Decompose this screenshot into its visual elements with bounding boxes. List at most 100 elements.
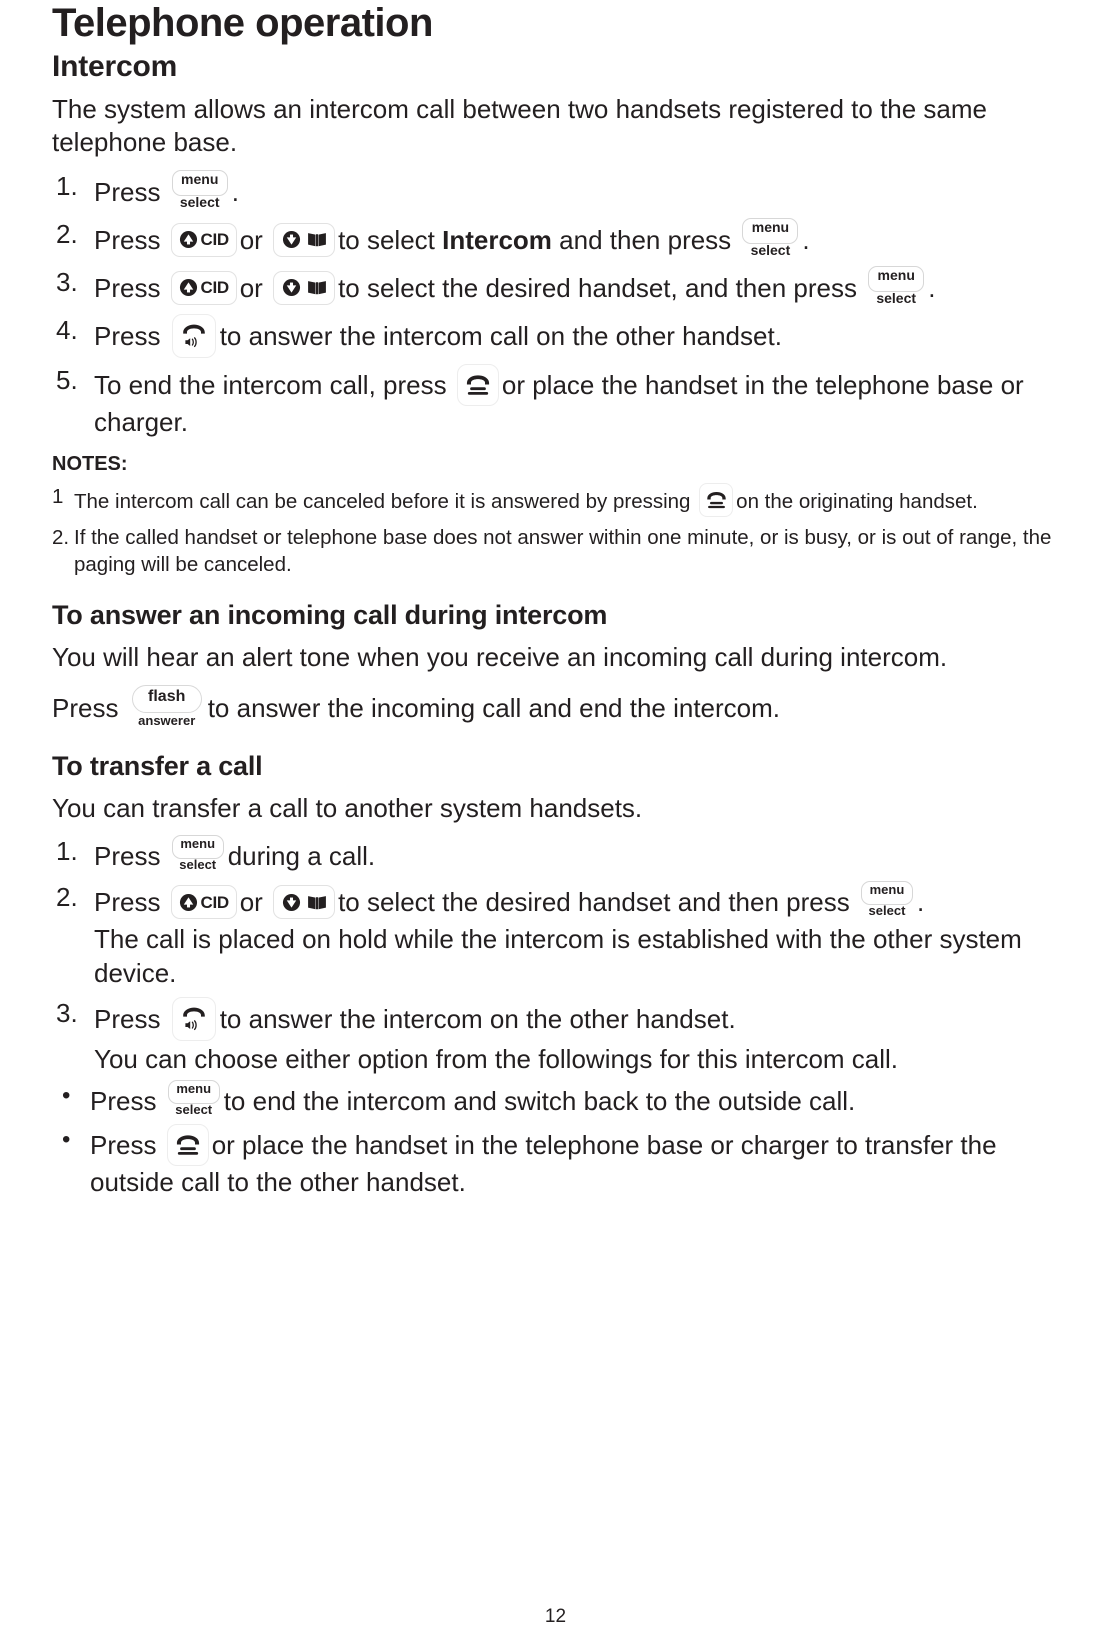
speakerphone-key-icon[interactable] (171, 313, 216, 358)
step-text-mid1: or (239, 224, 263, 255)
transfer-call-intro: You can transfer a call to another syste… (52, 792, 643, 823)
bullet-marker: • (62, 1082, 71, 1110)
handset-icon (706, 492, 726, 509)
step-text-before: Press (94, 176, 161, 207)
step-text-mid1: or (239, 887, 263, 918)
directory-key-icon[interactable] (273, 885, 336, 920)
list-item: • Press menu select to end the intercom … (52, 1080, 1059, 1120)
step-text-mid2: to select the desired handset, and then … (338, 272, 857, 303)
bullet-text-before: Press (90, 1130, 157, 1161)
step-subtext: The call is placed on hold while the int… (94, 924, 1022, 988)
cid-key-icon[interactable]: CID (170, 270, 237, 305)
down-triangle-icon (282, 230, 300, 249)
step-text-before: Press (94, 887, 161, 918)
cid-key-icon[interactable]: CID (170, 885, 237, 920)
cid-label: CID (200, 230, 230, 250)
menu-label: menu (181, 170, 219, 187)
list-item: 1. Press menu select during a call. (52, 835, 1059, 875)
list-item: 3. Press to answer the intercom on the o… (52, 996, 1059, 1041)
step-number: 1. (56, 170, 78, 201)
menu-label: menu (877, 266, 915, 283)
note-number: 1 (52, 485, 64, 509)
end-call-key-icon[interactable] (456, 363, 499, 406)
note-text-before: The intercom call can be canceled before… (74, 490, 691, 514)
select-label: select (179, 193, 220, 210)
step-body: Press to answer the intercom call on the… (94, 313, 1059, 358)
menu-label: menu (869, 882, 905, 898)
notes-label: NOTES: (52, 453, 128, 476)
menu-select-key-icon[interactable]: menu select (860, 881, 913, 921)
step-text-mid3: and then press (559, 224, 732, 255)
section-heading-transfer-call: To transfer a call (52, 750, 263, 781)
step-text-after: to answer the intercom on the other hand… (219, 1003, 736, 1034)
step-number: 2. (56, 882, 78, 913)
step-text-before: Press (94, 841, 161, 872)
select-label: select (175, 1102, 213, 1118)
answer-during-intercom-paragraph: You will hear an alert tone when you rec… (52, 642, 948, 673)
list-item: 2. Press CID or (52, 881, 1059, 921)
menu-label: menu (751, 218, 790, 235)
step-number: 5. (56, 364, 78, 395)
speakerphone-icon (182, 324, 205, 347)
speakerphone-icon (182, 1007, 205, 1030)
cid-label: CID (200, 278, 230, 298)
menu-select-key-icon[interactable]: menu select (171, 169, 228, 212)
step-text-mid2: to select the desired handset and then p… (338, 887, 850, 918)
cid-key-icon[interactable]: CID (170, 222, 237, 257)
up-triangle-icon (179, 893, 197, 911)
menu-select-key-icon[interactable]: menu select (171, 835, 224, 875)
menu-item-intercom: Intercom (442, 224, 552, 255)
note-number: 2. (52, 526, 70, 550)
list-item: 1. Press menu select . (52, 169, 1059, 212)
note-body: If the called handset or telephone base … (74, 526, 1052, 577)
step-text-after: to answer the intercom call on the other… (219, 320, 782, 351)
step-subtext: You can choose either option from the fo… (94, 1043, 899, 1074)
speakerphone-key-icon[interactable] (171, 996, 216, 1041)
step-body: Press menu select during a call. (94, 835, 1059, 875)
down-triangle-icon (282, 278, 300, 297)
directory-key-icon[interactable] (273, 222, 336, 257)
list-item: 2. Press CID or (52, 217, 1059, 260)
note-item: 2. If the called handset or telephone ba… (52, 524, 1059, 578)
end-call-key-icon[interactable] (166, 1124, 209, 1167)
bullet-text-before: Press (90, 1086, 157, 1117)
menu-select-key-icon[interactable]: menu select (742, 217, 799, 260)
directory-key-icon[interactable] (273, 270, 336, 305)
up-triangle-icon (179, 230, 197, 249)
step-number: 2. (56, 218, 78, 249)
step-text-after: . (916, 887, 925, 918)
end-call-key-icon[interactable] (699, 483, 734, 518)
answerer-label: answerer (138, 712, 196, 728)
list-item: • Press or place the handset in the tele… (52, 1124, 1059, 1200)
step-text-mid1: or (239, 272, 263, 303)
bullet-text-after: or place the handset in the telephone ba… (90, 1130, 997, 1198)
step-text-before: To end the intercom call, press (94, 369, 447, 400)
step-number: 1. (56, 836, 78, 867)
section-heading-answer-during-intercom: To answer an incoming call during interc… (52, 600, 608, 631)
list-item: 5. To end the intercom call, press or pl… (52, 363, 1059, 440)
step-text-after: during a call. (227, 841, 376, 872)
press-text-after: to answer the incoming call and end the … (207, 692, 781, 723)
section-heading-intercom: Intercom (52, 50, 178, 83)
step-number: 3. (56, 997, 78, 1028)
menu-label: menu (180, 836, 216, 852)
menu-select-key-icon[interactable]: menu select (167, 1080, 220, 1120)
step-text-after: . (928, 272, 936, 303)
step-text-after: . (802, 224, 810, 255)
step-text-before: Press (94, 1003, 161, 1034)
up-triangle-icon (179, 278, 197, 297)
select-label: select (876, 289, 917, 306)
transfer-steps-list: 1. Press menu select during a call. 2. P… (52, 835, 1059, 1076)
select-label: select (750, 241, 791, 258)
step-number: 4. (56, 314, 78, 345)
page-title: Telephone operation (52, 1, 433, 45)
answer-during-intercom-press-line: Press flash answerer to answer the incom… (52, 684, 1059, 729)
note-text-after: on the originating handset. (736, 490, 978, 514)
down-triangle-icon (282, 893, 300, 911)
menu-select-key-icon[interactable]: menu select (868, 265, 925, 308)
open-book-icon (307, 233, 326, 247)
step-text-mid2: to select (338, 224, 435, 255)
press-text-before: Press (52, 692, 119, 723)
step-text-after: . (231, 176, 239, 207)
flash-answerer-key-icon[interactable]: flash answerer (131, 684, 202, 729)
